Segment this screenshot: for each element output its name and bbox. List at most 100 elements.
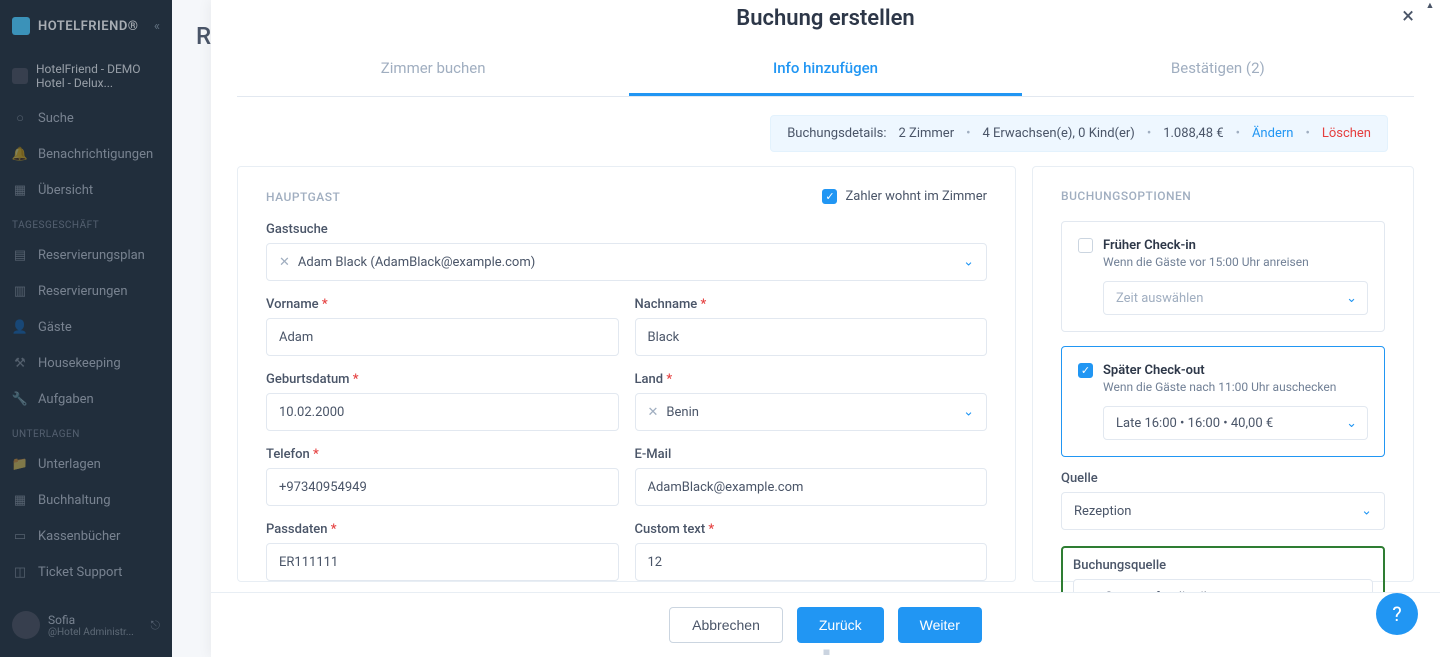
collapse-sidebar-icon[interactable]: « bbox=[154, 19, 160, 34]
sidebar: HOTELFRIEND® « HotelFriend - DEMO Hotel … bbox=[0, 0, 172, 657]
brand-name: HOTELFRIEND® bbox=[38, 19, 139, 34]
logo-row: HOTELFRIEND® « bbox=[0, 0, 172, 52]
user-icon: 👤 bbox=[12, 319, 28, 335]
booking-options-title: BUCHUNGSOPTIONEN bbox=[1061, 189, 1385, 203]
search-icon: ○ bbox=[12, 110, 28, 126]
ledger-icon: ▦ bbox=[12, 492, 28, 508]
payer-in-room-checkbox[interactable] bbox=[822, 189, 837, 204]
hotel-selector-text: HotelFriend - DEMO Hotel - Delux... bbox=[36, 62, 160, 90]
modal-title: Buchung erstellen bbox=[211, 0, 1440, 35]
cancel-button[interactable]: Abbrechen bbox=[669, 607, 783, 643]
sidebar-item-label: Buchhaltung bbox=[38, 493, 111, 508]
email-input[interactable] bbox=[648, 480, 975, 495]
avatar bbox=[12, 611, 40, 639]
country-value: Benin bbox=[666, 405, 699, 420]
booking-source-select[interactable]: ✕ Sources for distributors ⌄ bbox=[1073, 579, 1373, 592]
sidebar-item-label: Kassenbücher bbox=[38, 529, 120, 544]
folder-icon: 📁 bbox=[12, 456, 28, 472]
dob-label: Geburtsdatum bbox=[266, 372, 619, 387]
sidebar-item-kassenbuecher[interactable]: ▭ Kassenbücher bbox=[0, 518, 172, 554]
source-select[interactable]: Rezeption ⌄ bbox=[1061, 492, 1385, 530]
clear-guest-icon[interactable]: ✕ bbox=[279, 255, 290, 270]
help-fab[interactable]: ? bbox=[1376, 593, 1418, 635]
summary-rooms: 2 Zimmer bbox=[899, 126, 955, 141]
cash-icon: ▭ bbox=[12, 528, 28, 544]
late-checkout-value: Late 16:00 • 16:00 • 40,00 € bbox=[1116, 416, 1273, 431]
broom-icon: ⚒ bbox=[12, 355, 28, 371]
grid-icon: ▦ bbox=[12, 182, 28, 198]
resize-grip[interactable]: |||||||||||||||||||||||||||| bbox=[786, 649, 866, 655]
hotel-selector[interactable]: HotelFriend - DEMO Hotel - Delux... bbox=[0, 52, 172, 100]
sidebar-item-label: Benachrichtigungen bbox=[38, 147, 153, 162]
modal-footer: Abbrechen Zurück Weiter bbox=[211, 592, 1440, 657]
tab-info-hinzufuegen[interactable]: Info hinzufügen bbox=[629, 43, 1021, 96]
summary-change-link[interactable]: Ändern bbox=[1252, 126, 1293, 141]
early-checkin-time-select[interactable]: Zeit auswählen ⌄ bbox=[1103, 281, 1368, 315]
firstname-label: Vorname bbox=[266, 297, 619, 312]
email-label: E-Mail bbox=[635, 447, 988, 462]
booking-summary-bar: Buchungsdetails: 2 Zimmer • 4 Erwachsen(… bbox=[770, 115, 1388, 152]
custom-text-input[interactable] bbox=[648, 555, 975, 570]
logo-icon bbox=[12, 17, 30, 35]
chevron-down-icon: ⌄ bbox=[963, 405, 974, 420]
late-checkout-time-select[interactable]: Late 16:00 • 16:00 • 40,00 € ⌄ bbox=[1103, 406, 1368, 440]
sidebar-item-aufgaben[interactable]: 🔧Aufgaben bbox=[0, 381, 172, 417]
sidebar-item-label: Housekeeping bbox=[38, 356, 121, 371]
chevron-down-icon: ⌄ bbox=[1349, 590, 1360, 593]
sidebar-item-overview[interactable]: ▦Übersicht bbox=[0, 172, 172, 208]
page-title: R bbox=[196, 22, 211, 50]
sidebar-item-gaeste[interactable]: 👤 Gäste bbox=[0, 309, 172, 345]
sidebar-item-housekeeping[interactable]: ⚒ Housekeeping bbox=[0, 345, 172, 381]
chevron-down-icon: ⌄ bbox=[963, 255, 974, 270]
clear-country-icon[interactable]: ✕ bbox=[648, 405, 659, 420]
summary-delete-link[interactable]: Löschen bbox=[1322, 126, 1371, 141]
tab-bestaetigen[interactable]: Bestätigen (2) bbox=[1022, 43, 1414, 96]
create-booking-modal: × ▲ Buchung erstellen Zimmer buchen Info… bbox=[211, 0, 1440, 657]
close-icon[interactable]: × bbox=[1402, 4, 1414, 29]
summary-guests: 4 Erwachsen(e), 0 Kind(er) bbox=[983, 126, 1135, 141]
sidebar-item-search[interactable]: ○Suche bbox=[0, 100, 172, 136]
firstname-input[interactable] bbox=[279, 330, 606, 345]
next-button[interactable]: Weiter bbox=[898, 607, 982, 643]
sidebar-item-ticket-support[interactable]: ◫ Ticket Support bbox=[0, 554, 172, 590]
sidebar-item-label: Ticket Support bbox=[38, 565, 122, 580]
guest-search-label: Gastsuche bbox=[266, 222, 987, 237]
ticket-icon: ◫ bbox=[12, 564, 28, 580]
lastname-input[interactable] bbox=[648, 330, 975, 345]
source-label: Quelle bbox=[1061, 471, 1385, 486]
sidebar-item-label: Gäste bbox=[38, 320, 72, 335]
country-select[interactable]: ✕ Benin ⌄ bbox=[635, 393, 988, 431]
bell-icon: 🔔 bbox=[12, 146, 28, 162]
sidebar-item-label: Unterlagen bbox=[38, 457, 101, 472]
scroll-up-icon[interactable]: ▲ bbox=[1426, 0, 1435, 11]
sidebar-item-unterlagen[interactable]: 📁 Unterlagen bbox=[0, 446, 172, 482]
passport-input[interactable] bbox=[279, 555, 606, 570]
late-checkout-title: Später Check-out bbox=[1103, 363, 1368, 378]
tab-zimmer-buchen[interactable]: Zimmer buchen bbox=[237, 43, 629, 96]
early-checkin-checkbox[interactable] bbox=[1078, 238, 1093, 253]
user-name: Sofia bbox=[48, 613, 134, 627]
booking-source-value: Sources for distributors bbox=[1105, 590, 1241, 593]
sidebar-item-reservierungsplan[interactable]: ▤ Reservierungsplan bbox=[0, 237, 172, 273]
early-checkin-title: Früher Check-in bbox=[1103, 238, 1368, 253]
sidebar-item-notifications[interactable]: 🔔 Benachrichtigungen bbox=[0, 136, 172, 172]
main-guest-section-title: HAUPTGAST bbox=[266, 190, 340, 204]
summary-price: 1.088,48 € bbox=[1163, 126, 1223, 141]
user-role: @Hotel Administr... bbox=[48, 627, 134, 638]
sidebar-item-buchhaltung[interactable]: ▦ Buchhaltung bbox=[0, 482, 172, 518]
late-checkout-desc: Wenn die Gäste nach 11:00 Uhr auschecken bbox=[1103, 380, 1368, 394]
dob-input[interactable] bbox=[279, 405, 606, 420]
early-checkin-placeholder: Zeit auswählen bbox=[1116, 291, 1203, 306]
booking-options-panel: BUCHUNGSOPTIONEN Früher Check-in Wenn di… bbox=[1032, 166, 1414, 582]
guest-search-select[interactable]: ✕ Adam Black (AdamBlack@example.com) ⌄ bbox=[266, 243, 987, 281]
calendar-icon: ▤ bbox=[12, 247, 28, 263]
back-button[interactable]: Zurück bbox=[797, 607, 884, 643]
late-checkout-checkbox[interactable] bbox=[1078, 363, 1093, 378]
sidebar-item-label: Reservierungsplan bbox=[38, 248, 145, 263]
lastname-label: Nachname bbox=[635, 297, 988, 312]
sidebar-user[interactable]: Sofia @Hotel Administr... ⎋ bbox=[0, 603, 172, 647]
sidebar-item-reservierungen[interactable]: ▥Reservierungen bbox=[0, 273, 172, 309]
clear-booking-source-icon[interactable]: ✕ bbox=[1086, 590, 1097, 593]
logout-icon[interactable]: ⎋ bbox=[151, 618, 161, 633]
phone-input[interactable] bbox=[279, 480, 606, 495]
